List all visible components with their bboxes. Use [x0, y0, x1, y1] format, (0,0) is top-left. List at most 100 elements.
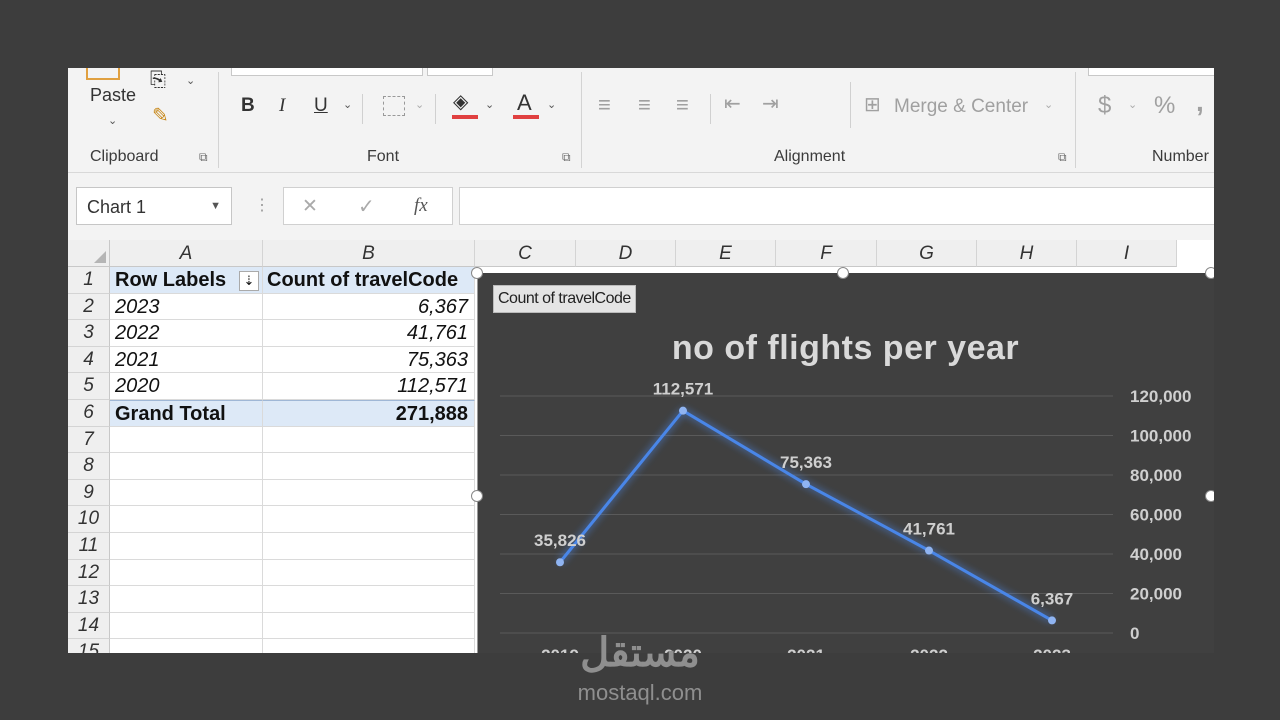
- merge-center-button[interactable]: Merge & Center: [894, 97, 1028, 116]
- align-left-icon[interactable]: ≡: [598, 94, 611, 116]
- bold-button[interactable]: B: [241, 96, 255, 115]
- resize-handle-top-left[interactable]: [471, 267, 483, 279]
- column-header[interactable]: B: [263, 240, 475, 267]
- alignment-launcher-icon[interactable]: ⧉: [1058, 150, 1067, 165]
- paste-dropdown-icon[interactable]: ⌄: [108, 114, 117, 127]
- row-header[interactable]: 8: [68, 453, 110, 480]
- row-header[interactable]: 5: [68, 373, 110, 400]
- column-header[interactable]: E: [676, 240, 776, 267]
- name-box-dropdown-icon[interactable]: ▼: [210, 200, 221, 212]
- clipboard-launcher-icon[interactable]: ⧉: [199, 150, 208, 165]
- fill-color-icon[interactable]: ◈: [453, 92, 468, 112]
- more-options-icon[interactable]: ⋮: [254, 195, 270, 215]
- cell[interactable]: [263, 453, 475, 480]
- name-box[interactable]: Chart 1 ▼: [76, 187, 232, 225]
- grand-total-value[interactable]: 271,888: [263, 400, 475, 427]
- pivot-row-value[interactable]: 6,367: [263, 293, 475, 321]
- align-center-icon[interactable]: ≡: [638, 94, 651, 116]
- row-header[interactable]: 11: [68, 533, 110, 560]
- increase-indent-icon[interactable]: ⇥: [762, 94, 779, 114]
- formula-input[interactable]: [459, 187, 1214, 225]
- row-header[interactable]: 7: [68, 426, 110, 454]
- pivot-row-label[interactable]: 2022: [110, 320, 263, 347]
- pivot-value-header[interactable]: Count of travelCode: [263, 267, 475, 294]
- pivot-row-label[interactable]: 2020: [110, 373, 263, 400]
- underline-dropdown-icon[interactable]: ⌄: [343, 98, 352, 111]
- row-header[interactable]: 3: [68, 320, 110, 347]
- cell[interactable]: [110, 506, 263, 533]
- cell[interactable]: [263, 506, 475, 533]
- paste-button[interactable]: Paste: [90, 86, 136, 104]
- enter-icon[interactable]: ✓: [358, 194, 375, 219]
- number-format-box[interactable]: [1088, 68, 1214, 76]
- cell[interactable]: [110, 453, 263, 480]
- format-painter-icon[interactable]: ✎: [152, 106, 169, 126]
- filter-dropdown-icon[interactable]: ⇣: [239, 271, 259, 291]
- cell[interactable]: [263, 559, 475, 587]
- percent-button[interactable]: %: [1154, 94, 1175, 118]
- insert-function-icon[interactable]: fx: [414, 195, 428, 217]
- row-header[interactable]: 13: [68, 586, 110, 613]
- resize-handle-top-right[interactable]: [1205, 267, 1214, 279]
- data-point[interactable]: [1048, 616, 1056, 625]
- row-header[interactable]: 12: [68, 559, 110, 587]
- cell[interactable]: [110, 426, 263, 454]
- pivot-row-value[interactable]: 41,761: [263, 320, 475, 347]
- merge-center-icon[interactable]: ⊞: [864, 95, 881, 115]
- select-all-corner[interactable]: [68, 240, 110, 267]
- currency-button[interactable]: $: [1098, 94, 1111, 118]
- column-header[interactable]: D: [576, 240, 676, 267]
- data-point[interactable]: [925, 546, 933, 555]
- cell[interactable]: [110, 479, 263, 507]
- row-header[interactable]: 2: [68, 293, 110, 321]
- data-point[interactable]: [556, 558, 564, 567]
- resize-handle-top-center[interactable]: [837, 267, 849, 279]
- pivot-row-value[interactable]: 75,363: [263, 346, 475, 374]
- pivot-row-value[interactable]: 112,571: [263, 373, 475, 400]
- align-right-icon[interactable]: ≡: [676, 94, 689, 116]
- column-header[interactable]: G: [877, 240, 977, 267]
- row-header[interactable]: 1: [68, 267, 110, 294]
- column-header[interactable]: I: [1077, 240, 1177, 267]
- cell[interactable]: [263, 586, 475, 613]
- cell[interactable]: [110, 586, 263, 613]
- pivot-row-label[interactable]: 2021: [110, 346, 263, 374]
- chart[interactable]: Count of travelCode no of flights per ye…: [477, 273, 1214, 653]
- underline-button[interactable]: U: [314, 96, 328, 115]
- row-header[interactable]: 10: [68, 506, 110, 533]
- resize-handle-middle-right[interactable]: [1205, 490, 1214, 502]
- row-header[interactable]: 9: [68, 479, 110, 507]
- grand-total-label[interactable]: Grand Total: [110, 400, 263, 427]
- column-header[interactable]: F: [776, 240, 877, 267]
- cell[interactable]: [263, 479, 475, 507]
- font-launcher-icon[interactable]: ⧉: [562, 150, 571, 165]
- cell[interactable]: [110, 559, 263, 587]
- borders-icon[interactable]: [383, 96, 405, 116]
- italic-button[interactable]: I: [279, 96, 285, 115]
- currency-dropdown-icon[interactable]: ⌄: [1128, 98, 1137, 111]
- fill-color-dropdown-icon[interactable]: ⌄: [485, 98, 494, 111]
- cell[interactable]: [263, 426, 475, 454]
- data-point[interactable]: [802, 480, 810, 489]
- comma-style-button[interactable]: ,: [1196, 88, 1204, 116]
- row-header[interactable]: 6: [68, 400, 110, 427]
- copy-dropdown-icon[interactable]: ⌄: [186, 74, 195, 87]
- series-line[interactable]: [558, 408, 1053, 622]
- font-name-box[interactable]: [231, 68, 423, 76]
- cancel-icon[interactable]: ✕: [302, 195, 318, 218]
- font-size-box[interactable]: [427, 68, 493, 76]
- decrease-indent-icon[interactable]: ⇤: [724, 94, 741, 114]
- resize-handle-middle-left[interactable]: [471, 490, 483, 502]
- column-header[interactable]: H: [977, 240, 1077, 267]
- borders-dropdown-icon[interactable]: ⌄: [415, 98, 424, 111]
- row-header[interactable]: 4: [68, 346, 110, 374]
- copy-icon[interactable]: ⎘: [150, 70, 166, 90]
- font-color-icon[interactable]: A: [517, 92, 532, 114]
- column-header[interactable]: C: [475, 240, 576, 267]
- merge-dropdown-icon[interactable]: ⌄: [1044, 98, 1053, 111]
- cell[interactable]: [110, 533, 263, 560]
- column-header[interactable]: A: [110, 240, 263, 267]
- font-color-dropdown-icon[interactable]: ⌄: [547, 98, 556, 111]
- pivot-row-labels-header[interactable]: Row Labels ⇣: [110, 267, 263, 294]
- cell[interactable]: [263, 533, 475, 560]
